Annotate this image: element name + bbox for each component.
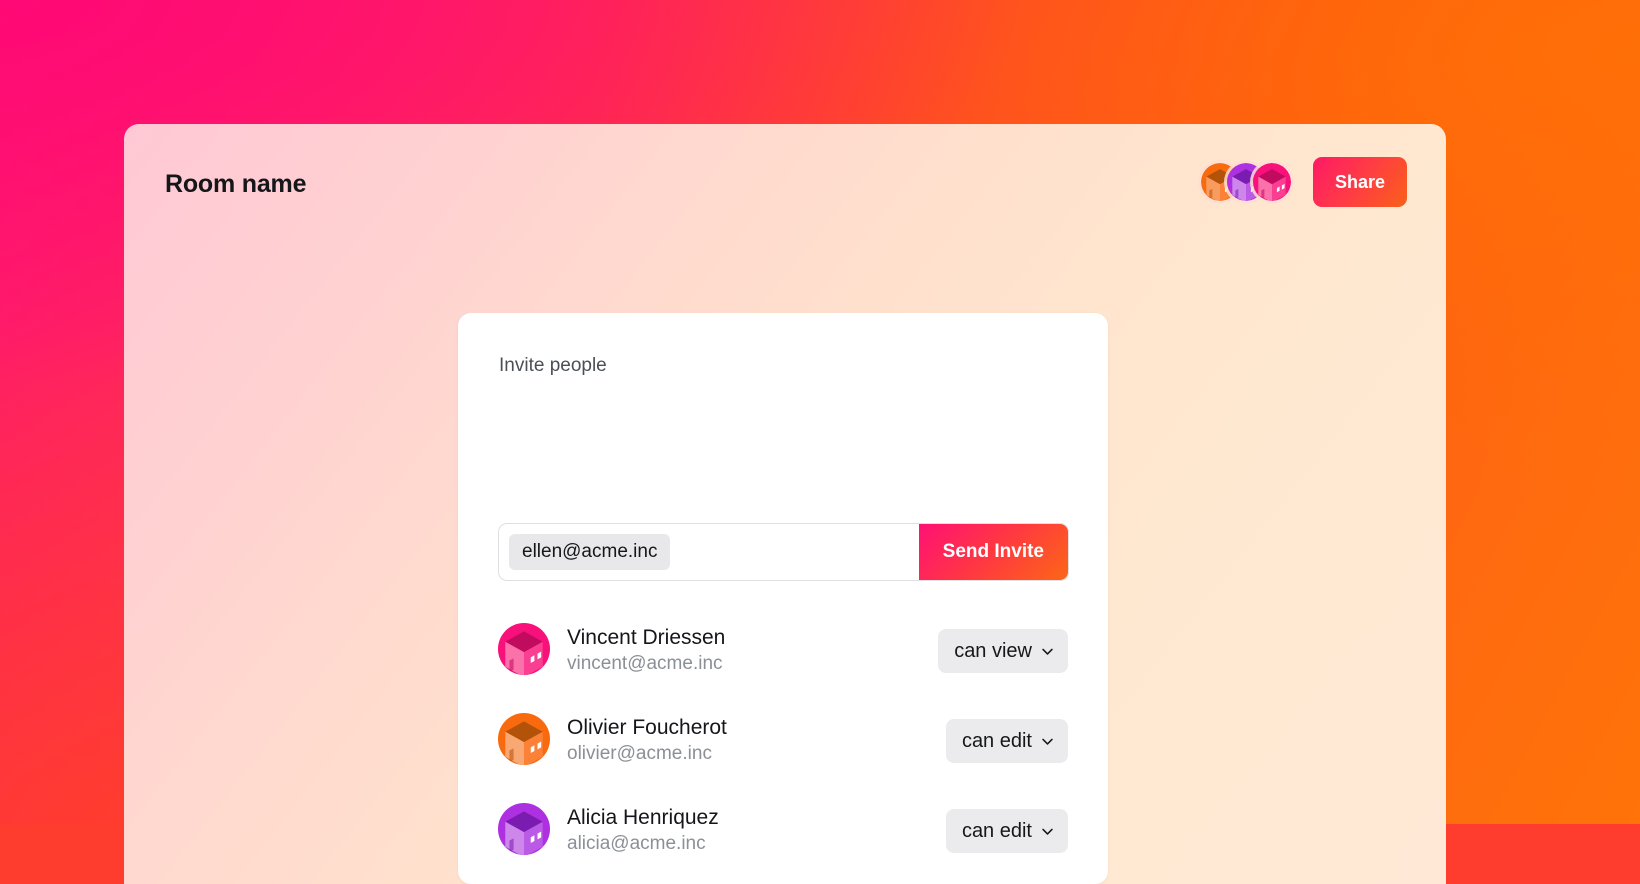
role-dropdown[interactable]: can edit	[946, 719, 1068, 763]
person-name: Olivier Foucherot	[567, 715, 946, 741]
role-dropdown[interactable]: can edit	[946, 809, 1068, 853]
chevron-down-icon	[1041, 825, 1054, 838]
avatar-alicia	[498, 803, 550, 855]
person-email: olivier@acme.inc	[567, 741, 946, 767]
role-dropdown[interactable]: can view	[938, 629, 1068, 673]
people-list: Vincent Driessenvincent@acme.inc can view…	[458, 606, 1108, 884]
presence-avatar-stack	[1201, 163, 1291, 201]
person-email: vincent@acme.inc	[567, 651, 938, 677]
avatar	[498, 803, 550, 860]
presence-avatar-pink	[1253, 163, 1291, 201]
person-row: Vincent Driessenvincent@acme.inc can view	[458, 606, 1108, 696]
invite-people-label: Invite people	[499, 355, 607, 377]
avatar-olivier	[498, 713, 550, 765]
person-identity: Alicia Henriquezalicia@acme.inc	[567, 805, 946, 857]
avatar	[498, 713, 550, 770]
avatar-vincent	[498, 623, 550, 675]
share-button[interactable]: Share	[1313, 157, 1407, 207]
person-identity: Vincent Driessenvincent@acme.inc	[567, 625, 938, 677]
person-row: Vinod Santharamvinod@acme.inccan view	[458, 876, 1108, 884]
header-actions: Share	[1201, 157, 1407, 207]
chevron-down-icon	[1041, 645, 1054, 658]
invite-card: Invite people ellen@acme.inc Send Invite…	[458, 313, 1108, 884]
invite-email-chip[interactable]: ellen@acme.inc	[509, 534, 670, 570]
room-panel: Room name Share Invite people ellen@acme…	[124, 124, 1446, 884]
person-name: Vincent Driessen	[567, 625, 938, 651]
person-row: Alicia Henriquezalicia@acme.inc can edit	[458, 786, 1108, 876]
invite-input-row[interactable]: ellen@acme.inc Send Invite	[498, 523, 1069, 581]
role-dropdown-label: can edit	[962, 820, 1032, 843]
chevron-down-icon	[1041, 735, 1054, 748]
avatar	[498, 623, 550, 680]
person-name: Alicia Henriquez	[567, 805, 946, 831]
person-email: alicia@acme.inc	[567, 831, 946, 857]
room-header: Room name Share	[124, 124, 1446, 260]
role-dropdown-label: can edit	[962, 730, 1032, 753]
send-invite-button[interactable]: Send Invite	[919, 523, 1068, 581]
person-row: Olivier Foucherotolivier@acme.inc can edi…	[458, 696, 1108, 786]
person-identity: Olivier Foucherotolivier@acme.inc	[567, 715, 946, 767]
page-title: Room name	[165, 170, 306, 199]
role-dropdown-label: can view	[954, 640, 1032, 663]
